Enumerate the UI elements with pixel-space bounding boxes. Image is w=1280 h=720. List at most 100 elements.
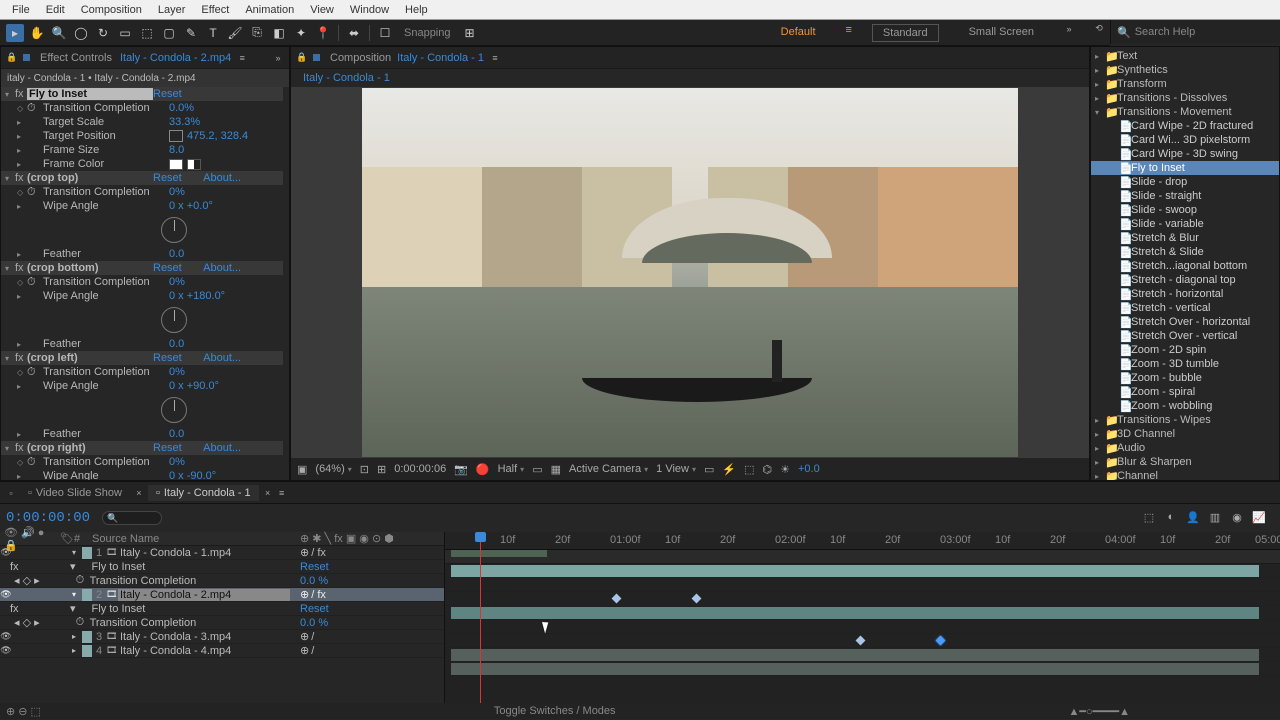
effect-header[interactable]: ▾fxFly to InsetReset (1, 87, 283, 101)
rotate-tool[interactable]: ↻ (94, 24, 112, 42)
menu-animation[interactable]: Animation (237, 2, 302, 18)
panel-overflow-icon[interactable]: » (273, 53, 283, 63)
reset-exposure-icon[interactable]: ☀ (780, 463, 790, 476)
preset-item[interactable]: 📄Stretch & Blur (1091, 231, 1279, 245)
snapping-checkbox[interactable]: ☐ (376, 24, 394, 42)
roi-icon[interactable]: ▭ (532, 463, 542, 476)
reset-link[interactable]: Reset (153, 88, 182, 100)
flowchart-icon[interactable]: ⌬ (763, 463, 773, 476)
transparency-grid-icon[interactable]: ▦ (551, 463, 561, 476)
workspace-default[interactable]: Default (771, 24, 826, 42)
type-tool[interactable]: T (204, 24, 222, 42)
workspace-small[interactable]: Small Screen (959, 24, 1044, 42)
menu-window[interactable]: Window (342, 2, 397, 18)
preset-folder[interactable]: ▾📁Transitions - Movement (1091, 105, 1279, 119)
views-dropdown[interactable]: 1 View▾ (656, 463, 696, 475)
preset-item[interactable]: 📄Slide - drop (1091, 175, 1279, 189)
motion-blur-icon[interactable]: ◉ (1230, 511, 1244, 525)
preset-item[interactable]: 📄Slide - swoop (1091, 203, 1279, 217)
preset-item[interactable]: 📄Stretch...iagonal bottom (1091, 259, 1279, 273)
pixel-aspect-icon[interactable]: ▭ (704, 463, 714, 476)
effect-header[interactable]: ▾fx(crop right)Reset About... (1, 441, 283, 455)
comp-subpath[interactable]: Italy - Condola - 1 (303, 72, 390, 84)
property-row[interactable]: ◇⏱Transition Completion0.0% (1, 101, 283, 115)
orbit-tool[interactable]: ◯ (72, 24, 90, 42)
reset-link[interactable]: Reset (153, 262, 182, 274)
property-row[interactable]: ▸Wipe Angle0 x +0.0° (1, 199, 283, 213)
effect-category[interactable]: ▸📁3D Channel (1091, 427, 1279, 441)
preset-folder[interactable]: ▸📁Synthetics (1091, 63, 1279, 77)
property-row[interactable]: ▸Feather0.0 (1, 337, 283, 351)
draft3d-icon[interactable]: ◐ (1164, 511, 1178, 525)
current-time[interactable]: 0:00:00:06 (394, 463, 446, 475)
preset-item[interactable]: 📄Slide - variable (1091, 217, 1279, 231)
property-row[interactable]: ▸Target Position475.2, 328.4 (1, 129, 283, 143)
timeline-track[interactable] (445, 620, 1280, 634)
preset-item[interactable]: 📄Stretch - vertical (1091, 301, 1279, 315)
roto-tool[interactable]: ✦ (292, 24, 310, 42)
selection-tool[interactable]: ▸ (6, 24, 24, 42)
menu-layer[interactable]: Layer (150, 2, 194, 18)
property-row[interactable]: ▸Feather0.0 (1, 247, 283, 261)
effect-header[interactable]: ▾fx(crop left)Reset About... (1, 351, 283, 365)
brush-tool[interactable]: 🖌 (226, 24, 244, 42)
toggle-switches-label[interactable]: Toggle Switches / Modes (494, 705, 616, 717)
snap-options-icon[interactable]: ⊞ (461, 24, 479, 42)
zoom-dropdown[interactable]: (64%)▾ (315, 463, 351, 475)
panel-menu-icon[interactable]: ≡ (490, 53, 500, 63)
snapshot-icon[interactable]: 📷 (454, 463, 468, 476)
puppet-tool[interactable]: 📍 (314, 24, 332, 42)
composition-viewer[interactable] (291, 87, 1089, 458)
property-row[interactable]: ◇⏱Transition Completion0% (1, 275, 283, 289)
timeline-track[interactable] (445, 648, 1280, 662)
graph-editor-icon[interactable]: 📈 (1252, 511, 1266, 525)
channel-icon[interactable]: 🔴 (476, 463, 490, 476)
hand-tool[interactable]: ✋ (28, 24, 46, 42)
timeline-tab-slideshow[interactable]: ▫Video Slide Show (20, 485, 130, 501)
angle-dial[interactable] (161, 307, 187, 333)
preset-item[interactable]: 📄Zoom - 3D tumble (1091, 357, 1279, 371)
always-preview-icon[interactable]: ▣ (297, 463, 307, 476)
property-row[interactable]: ▸Wipe Angle0 x +90.0° (1, 379, 283, 393)
preset-item[interactable]: 📄Card Wi... 3D pixelstorm (1091, 133, 1279, 147)
effect-header[interactable]: ▾fx(crop top)Reset About... (1, 171, 283, 185)
property-row[interactable]: ▸Target Scale33.3% (1, 115, 283, 129)
tab-close-icon[interactable]: ▫ (6, 488, 16, 498)
property-row[interactable]: ◇⏱Transition Completion0% (1, 185, 283, 199)
timeline-track[interactable] (445, 606, 1280, 620)
property-row[interactable]: ◇⏱Transition Completion0% (1, 455, 283, 469)
menu-help[interactable]: Help (397, 2, 436, 18)
property-sub-row[interactable]: ◂ ◇ ▸⏱Transition Completion0.0 % (0, 574, 444, 588)
work-area-bar[interactable] (451, 550, 547, 557)
effect-header[interactable]: ▾fx(crop bottom)Reset About... (1, 261, 283, 275)
layer-row[interactable]: 👁▾ 1🎞Italy - Condola - 1.mp4⊕/ fx (0, 546, 444, 560)
preset-item[interactable]: 📄Card Wipe - 3D swing (1091, 147, 1279, 161)
resolution-icon[interactable]: ⊡ (360, 463, 369, 476)
preset-item[interactable]: 📄Fly to Inset (1091, 161, 1279, 175)
menu-view[interactable]: View (302, 2, 342, 18)
preset-item[interactable]: 📄Stretch - horizontal (1091, 287, 1279, 301)
effect-category[interactable]: ▸📁Channel (1091, 469, 1279, 480)
timeline-track[interactable] (445, 578, 1280, 592)
frame-blend-icon[interactable]: ▥ (1208, 511, 1222, 525)
timeline-search[interactable]: 🔍 (102, 511, 162, 525)
reset-link[interactable]: Reset (153, 352, 182, 364)
preset-item[interactable]: 📄Stretch Over - vertical (1091, 329, 1279, 343)
timeline-track[interactable] (445, 592, 1280, 606)
zoom-slider[interactable]: ▲━○━━━━▲ (1068, 705, 1280, 718)
preset-folder[interactable]: ▸📁Text (1091, 49, 1279, 63)
preset-item[interactable]: 📄Zoom - bubble (1091, 371, 1279, 385)
property-row[interactable]: ▸Feather0.0 (1, 427, 283, 441)
reset-workspace-icon[interactable]: ⟲ (1094, 24, 1104, 34)
property-sub-row[interactable]: ◂ ◇ ▸⏱Transition Completion0.0 % (0, 616, 444, 630)
preset-folder[interactable]: ▸📁Transitions - Dissolves (1091, 91, 1279, 105)
current-timecode[interactable]: 0:00:00:00 (6, 510, 90, 526)
effect-controls-tab[interactable]: Effect Controls (40, 52, 112, 64)
effect-category[interactable]: ▸📁Audio (1091, 441, 1279, 455)
composition-tab[interactable]: Composition (330, 52, 391, 64)
pen-tool[interactable]: ✎ (182, 24, 200, 42)
panel-lock-icon[interactable]: 🔒 (297, 53, 307, 63)
property-row[interactable]: ▸Frame Color (1, 157, 283, 171)
hide-shy-icon[interactable]: 👤 (1186, 511, 1200, 525)
source-name-header[interactable]: Source Name (88, 533, 294, 545)
